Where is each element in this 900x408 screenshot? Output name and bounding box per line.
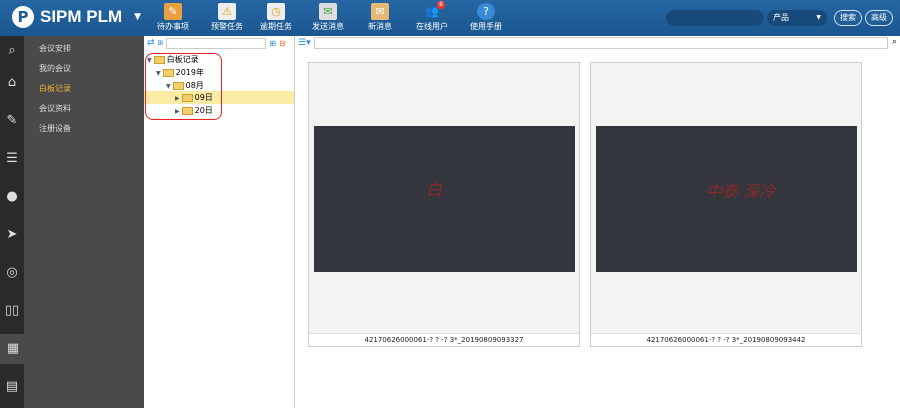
logo-icon: P <box>12 6 34 28</box>
todo-icon: ✎ <box>164 3 182 20</box>
sidebar: 会议安排 我的会议 白板记录 会议资料 注册设备 <box>24 36 144 408</box>
whiteboard-caption: 42170626000061-? ? -? 3*_20190809093327 <box>309 333 579 346</box>
tree-filter-input[interactable] <box>166 37 267 49</box>
main-toolbar: ☰▾ ⌕ <box>295 36 900 50</box>
main-search-input[interactable] <box>313 37 888 49</box>
online-users-icon: 👥 8 <box>425 1 445 18</box>
home-icon[interactable]: ⌂ <box>0 68 24 98</box>
app-title: SIPM PLM <box>40 7 123 26</box>
nav-warning-task[interactable]: ⚠ 预警任务 <box>201 3 253 32</box>
nav-new-message[interactable]: ✉ 新消息 <box>354 3 406 32</box>
whiteboard-caption: 42170626000061-? ? -? 3*_20190809093442 <box>591 333 861 346</box>
search-type-select[interactable]: 产品 ▼ <box>767 10 827 26</box>
global-search-input[interactable] <box>666 10 764 26</box>
whiteboard-card[interactable]: 白 42170626000061-? ? -? 3*_2019080909332… <box>308 62 580 347</box>
nav-overdue-task[interactable]: ◷ 逾期任务 <box>250 3 302 32</box>
tree-toolbar: ⇄ ⊞ ⊞ ⊟ <box>144 36 294 50</box>
id-card-icon[interactable]: ▤ <box>0 372 24 402</box>
refresh-icon[interactable]: ⇄ <box>147 38 155 48</box>
search-icon[interactable]: ⌕ <box>892 37 897 47</box>
search-button[interactable]: 搜索 <box>834 10 862 26</box>
advanced-search-button[interactable]: 高级 <box>865 10 893 26</box>
send-message-icon: ✉ <box>319 3 337 20</box>
sidebar-item-whiteboard[interactable]: 白板记录 <box>24 79 144 99</box>
app-logo[interactable]: P SIPM PLM ▼ <box>12 6 141 28</box>
nav-online-users[interactable]: 👥 8 在线用户 <box>406 1 458 32</box>
annotation-highlight <box>145 53 222 120</box>
main-content: ☰▾ ⌕ 白 42170626000061-? ? -? 3*_20190809… <box>295 36 900 408</box>
whiteboard-image[interactable]: 中泰 深冷 <box>596 126 857 272</box>
whiteboard-image[interactable]: 白 <box>314 126 575 272</box>
new-message-icon: ✉ <box>371 3 389 20</box>
sidebar-item-my-meetings[interactable]: 我的会议 <box>24 59 144 79</box>
search-module-icon[interactable]: ⌕ <box>0 36 24 66</box>
database-icon[interactable]: ☰ <box>0 144 24 174</box>
nav-send-message[interactable]: ✉ 发送消息 <box>302 3 354 32</box>
book-icon[interactable]: ▯▯ <box>0 296 24 326</box>
calendar-icon[interactable]: ▦ <box>0 334 26 364</box>
icon-bar: ⌕ ⌂ ✎ ☰ ● ➤ ◎ ▯▯ ▦ ▤ <box>0 36 26 408</box>
top-header: P SIPM PLM ▼ ✎ 待办事项 ⚠ 预警任务 ◷ 逾期任务 ✉ 发送消息 ✉ 新消… <box>0 0 900 36</box>
nav-todo[interactable]: ✎ 待办事项 <box>147 3 199 32</box>
view-menu-icon[interactable]: ☰▾ <box>298 38 311 48</box>
expand-all-icon[interactable]: ⊞ <box>269 39 276 48</box>
whiteboard-card[interactable]: 中泰 深冷 42170626000061-? ? -? 3*_201908090… <box>590 62 862 347</box>
send-icon[interactable]: ➤ <box>0 220 24 250</box>
chevron-down-icon: ▼ <box>816 14 821 21</box>
chat-icon[interactable]: ● <box>0 182 24 212</box>
help-manual-icon: ? <box>477 3 495 20</box>
warning-task-icon: ⚠ <box>218 3 236 20</box>
sidebar-item-meeting-materials[interactable]: 会议资料 <box>24 99 144 119</box>
nav-manual[interactable]: ? 使用手册 <box>460 3 512 32</box>
sidebar-item-meeting-schedule[interactable]: 会议安排 <box>24 39 144 59</box>
chevron-down-icon[interactable]: ▼ <box>134 12 141 22</box>
online-count-badge: 8 <box>437 1 445 9</box>
collapse-all-icon[interactable]: ⊟ <box>279 39 286 48</box>
sidebar-item-register-device[interactable]: 注册设备 <box>24 119 144 139</box>
overdue-task-icon: ◷ <box>267 3 285 20</box>
edit-icon[interactable]: ✎ <box>0 106 24 136</box>
broadcast-icon[interactable]: ◎ <box>0 258 24 288</box>
tree-structure-icon[interactable]: ⊞ <box>158 39 164 47</box>
